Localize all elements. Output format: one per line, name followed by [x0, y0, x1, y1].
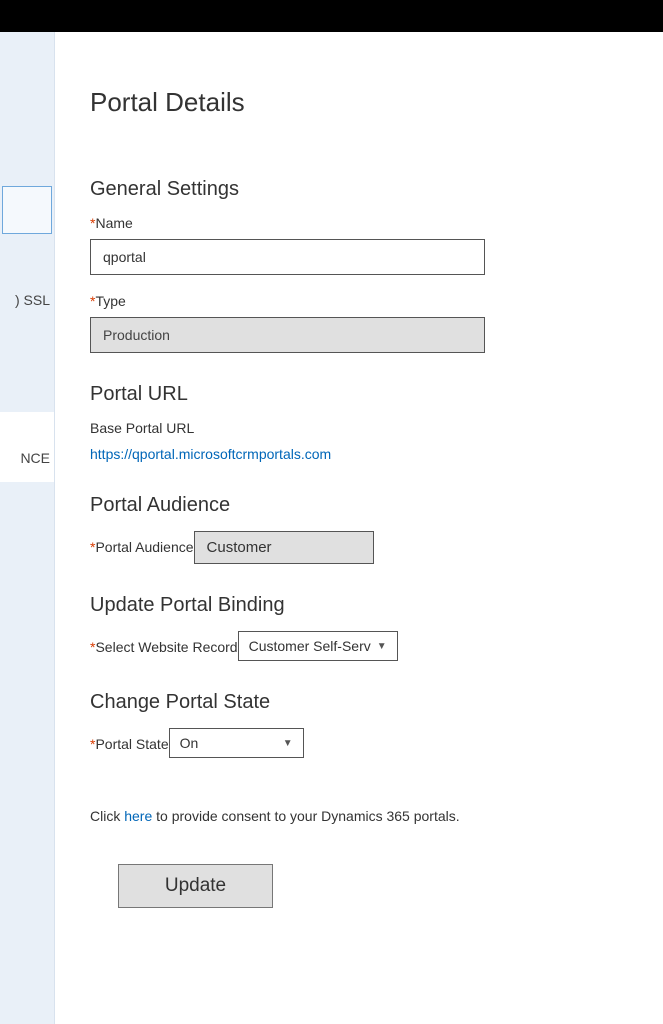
update-binding-heading: Update Portal Binding — [90, 594, 633, 617]
section-portal-url: Portal URL Base Portal URL https://qport… — [90, 383, 633, 464]
base-portal-url-label: Base Portal URL — [90, 420, 633, 436]
update-button[interactable]: Update — [118, 864, 273, 908]
name-input[interactable] — [90, 239, 485, 275]
website-record-select[interactable]: Customer Self-Serv ▼ — [238, 631, 398, 661]
sidebar: ) SSL NCE — [0, 32, 55, 1024]
sidebar-item-ssl[interactable]: ) SSL — [15, 292, 50, 308]
sidebar-active-item[interactable] — [2, 186, 52, 234]
top-black-bar — [0, 0, 663, 32]
section-update-binding: Update Portal Binding *Select Website Re… — [90, 594, 633, 661]
portal-state-select[interactable]: On ▼ — [169, 728, 304, 758]
general-settings-heading: General Settings — [90, 178, 633, 201]
website-record-label: *Select Website Record — [90, 631, 238, 655]
section-portal-audience: Portal Audience *Portal Audience Custome… — [90, 494, 633, 564]
page-title: Portal Details — [90, 87, 633, 118]
chevron-down-icon: ▼ — [377, 641, 387, 652]
sidebar-item-nce[interactable]: NCE — [20, 450, 50, 466]
name-label: *Name — [90, 215, 633, 231]
sidebar-white-block: NCE — [0, 412, 54, 482]
portal-url-heading: Portal URL — [90, 383, 633, 406]
change-state-heading: Change Portal State — [90, 691, 633, 714]
main-content: Portal Details General Settings *Name *T… — [55, 32, 663, 1024]
type-label: *Type — [90, 293, 633, 309]
consent-link[interactable]: here — [124, 808, 152, 824]
consent-text: Click here to provide consent to your Dy… — [90, 808, 633, 824]
portal-state-label: *Portal State — [90, 728, 169, 752]
section-change-state: Change Portal State *Portal State On ▼ — [90, 691, 633, 758]
portal-audience-label: *Portal Audience — [90, 531, 194, 555]
portal-audience-select[interactable]: Customer — [194, 531, 374, 564]
chevron-down-icon: ▼ — [283, 738, 293, 749]
portal-url-link[interactable]: https://qportal.microsoftcrmportals.com — [90, 446, 331, 462]
type-input — [90, 317, 485, 353]
section-general-settings: General Settings *Name *Type — [90, 178, 633, 353]
portal-audience-heading: Portal Audience — [90, 494, 633, 517]
